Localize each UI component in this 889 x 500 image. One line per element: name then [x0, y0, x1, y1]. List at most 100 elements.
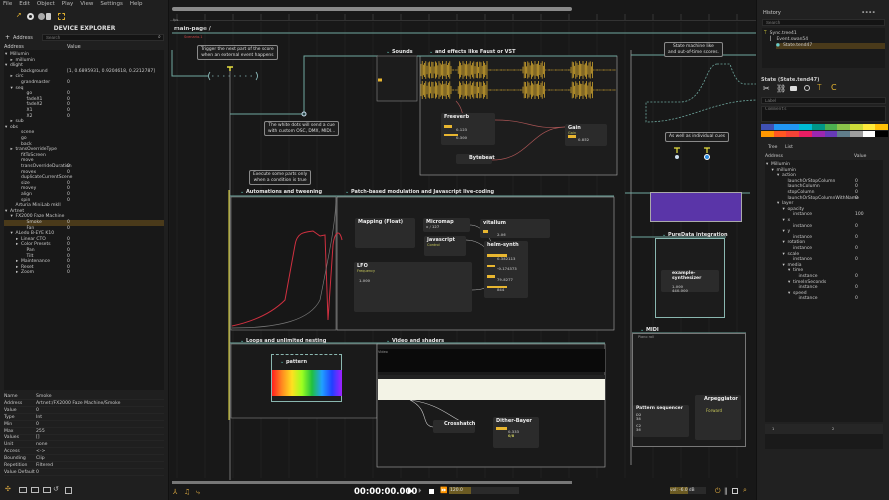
play-button[interactable]: ▶ — [408, 487, 413, 495]
node-example-synthesizer[interactable]: example-synthesizer 1.000 440.000 — [661, 270, 719, 293]
curve-tool-icon[interactable]: ⤷ — [196, 488, 200, 497]
record-icon[interactable] — [804, 85, 810, 91]
color-swatch[interactable] — [862, 124, 876, 130]
color-swatch[interactable] — [761, 131, 774, 137]
video-strip-2[interactable] — [378, 375, 605, 400]
volume-slider[interactable]: vol: -6.0 dB — [670, 487, 706, 494]
search-input[interactable] — [42, 34, 164, 41]
comment-condition[interactable]: Execute some parts only when a condition… — [249, 170, 312, 186]
menu-object[interactable]: Object — [37, 1, 55, 7]
menu-help[interactable]: Help — [130, 1, 143, 7]
section-loops[interactable]: Loops and unlimited nesting — [240, 338, 326, 344]
pause-icon[interactable]: ‖ — [724, 487, 728, 495]
node-pattern-sequencer[interactable]: Pattern sequencer D2 38 C2 36 — [633, 405, 689, 437]
settings-icon[interactable] — [27, 13, 34, 20]
param-slider[interactable] — [483, 230, 488, 233]
folder-icon[interactable] — [43, 487, 51, 493]
scissors-icon[interactable]: ✂ — [763, 84, 770, 93]
audio-engine-icon[interactable]: ⏻ — [715, 487, 721, 496]
color-swatch[interactable] — [837, 124, 850, 130]
list-icon[interactable] — [65, 487, 72, 494]
color-swatch[interactable] — [811, 124, 825, 130]
pattern-loop[interactable]: pattern — [271, 354, 342, 402]
label-input[interactable] — [761, 97, 886, 104]
node-dither-bayer[interactable]: Dither-Bayer 0.333 0/8 — [493, 417, 539, 448]
learn-icon[interactable]: ✣ — [5, 485, 11, 493]
node-crosshatch[interactable]: Crosshatch — [433, 420, 475, 433]
node-micromap[interactable]: Micromap x / 127 — [423, 218, 470, 232]
color-swatch[interactable] — [773, 124, 787, 130]
chevron-right-icon[interactable]: ▸ — [16, 270, 18, 276]
device-tree[interactable]: ▾ Millumin ▸ millumin ▾ dlight background [1, 0… — [4, 50, 164, 390]
color-palette-row-2[interactable] — [761, 131, 889, 137]
comment-cues[interactable]: As well as individual cues — [665, 132, 730, 142]
section-video[interactable]: Video and shaders — [386, 338, 444, 344]
fit-icon[interactable] — [58, 13, 65, 20]
music-note-icon[interactable]: ♫ — [184, 488, 190, 496]
timeline-scrollbar[interactable] — [172, 481, 572, 484]
param-slider[interactable] — [496, 427, 507, 430]
node-gain[interactable]: Gain Gain 0.852 — [565, 124, 607, 146]
frequency-value[interactable]: 1.000 — [359, 279, 469, 283]
cue-dot-selected[interactable] — [704, 154, 710, 160]
pointer-tool-icon[interactable]: ➚ — [16, 11, 23, 19]
color-swatch[interactable] — [875, 131, 889, 137]
expression[interactable]: x / 127 — [426, 225, 467, 229]
add-address-icon[interactable] — [31, 487, 39, 493]
tab-list[interactable]: List — [785, 145, 793, 150]
interval[interactable] — [230, 55, 378, 115]
node-bytebeat[interactable]: Bytebeat — [456, 154, 495, 164]
trigger-icon[interactable]: ⟙ — [817, 83, 822, 93]
tab-tree[interactable]: Tree — [768, 145, 777, 150]
add-device-icon[interactable] — [19, 487, 27, 493]
panel-icon[interactable] — [732, 488, 738, 494]
color-swatch[interactable] — [837, 131, 850, 137]
link-icon[interactable]: ⛓ — [776, 84, 786, 93]
section-automations[interactable]: Automations and tweening — [240, 189, 322, 195]
color-swatch[interactable] — [824, 124, 838, 130]
comment-white-dots[interactable]: The white dots will send a cue with cust… — [264, 121, 340, 137]
color-swatch[interactable] — [824, 131, 838, 137]
color-automation[interactable] — [650, 192, 742, 222]
comment-trigger[interactable]: Trigger the next part of the score when … — [197, 45, 278, 61]
node-helm-synth[interactable]: helm-synth 0.382113 -0.174373 79.8277 84… — [484, 241, 528, 298]
node-javascript[interactable]: Javascript Control — [424, 236, 466, 256]
color-swatch[interactable] — [875, 124, 889, 130]
section-effects[interactable]: and effects like Faust or VST — [429, 49, 516, 55]
color-swatch[interactable] — [786, 131, 800, 137]
state-tree[interactable]: ▾ Millumin ▾ millumin ▾ action launchOrStopCol… — [765, 160, 883, 422]
section-patch[interactable]: Patch-based modulation and Javascript li… — [345, 189, 494, 195]
node-vitalium[interactable]: vitalium 2.06 — [480, 219, 550, 238]
automation-process[interactable] — [230, 196, 337, 331]
tempo-slider[interactable]: 120.0 — [449, 487, 519, 494]
add-device-button[interactable]: + — [5, 34, 10, 41]
history-title[interactable]: History — [763, 10, 781, 16]
node-freeverb[interactable]: Freeverb 0.123 0.300 — [441, 113, 495, 145]
mode-select[interactable]: Forward — [706, 408, 738, 413]
section-sounds[interactable]: Sounds — [386, 49, 413, 55]
color-swatch[interactable] — [799, 131, 812, 137]
history-item[interactable]: ● State.tend47 — [776, 43, 885, 49]
gradient-automation[interactable] — [272, 370, 342, 396]
cue-dot[interactable] — [675, 155, 679, 159]
play-step-button[interactable]: ⏵ — [418, 487, 422, 496]
param-slider[interactable] — [487, 275, 495, 278]
color-swatch[interactable] — [811, 131, 825, 137]
color-swatch[interactable] — [862, 131, 876, 137]
state-machine-path[interactable] — [645, 63, 756, 123]
trigger-icon[interactable] — [674, 147, 710, 153]
color-palette-row-1[interactable] — [761, 124, 889, 130]
menu-play[interactable]: Play — [62, 1, 73, 7]
node-mapping[interactable]: Mapping (Float) — [355, 218, 415, 248]
history-icon[interactable]: ↺ — [53, 485, 59, 493]
param-slider[interactable] — [568, 135, 576, 138]
menu-edit[interactable]: Edit — [19, 1, 30, 7]
color-swatch[interactable] — [786, 124, 800, 130]
accelerate-icon[interactable]: ⏩ — [440, 487, 447, 494]
scenario-tool-icon[interactable]: ⅄ — [173, 488, 177, 496]
tree-row[interactable]: ▸ Zoom 0 — [4, 270, 164, 276]
color-swatch[interactable] — [761, 124, 774, 130]
snapshot-icon[interactable] — [790, 86, 797, 91]
color-swatch[interactable] — [799, 124, 812, 130]
score-view[interactable]: fps main-page / Scenario.1 Trigger the n… — [170, 0, 756, 500]
